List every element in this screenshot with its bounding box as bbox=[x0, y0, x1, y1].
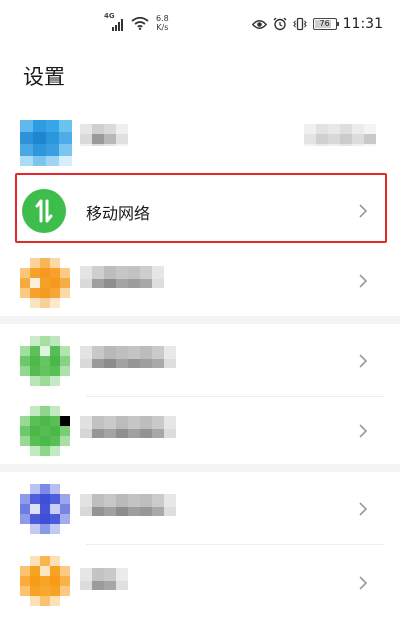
status-left: 4G 6.8 K/s bbox=[104, 12, 169, 32]
settings-group-3 bbox=[0, 472, 400, 626]
account-avatar-icon bbox=[20, 120, 72, 166]
chevron-right-icon bbox=[359, 274, 368, 288]
chevron-right-icon bbox=[359, 576, 368, 590]
clock: 11:31 bbox=[342, 16, 383, 32]
divider bbox=[86, 396, 384, 397]
chevron-right-icon bbox=[359, 354, 368, 368]
status-bar: 4G 6.8 K/s 76 11:31 bbox=[0, 0, 400, 50]
network-speed-unit: K/s bbox=[156, 23, 169, 32]
chevron-right-icon bbox=[359, 424, 368, 438]
settings-item-6[interactable] bbox=[0, 476, 400, 542]
battery-icon: 76 bbox=[312, 18, 339, 30]
settings-item-7[interactable] bbox=[0, 550, 400, 616]
green-app-icon-2 bbox=[20, 406, 70, 456]
divider bbox=[86, 544, 384, 545]
item-6-label-blurred bbox=[80, 494, 176, 516]
network-speed-value: 6.8 bbox=[156, 14, 169, 23]
page-header: 设置 bbox=[0, 50, 400, 102]
settings-item-5[interactable] bbox=[0, 398, 400, 464]
chevron-right-icon bbox=[359, 502, 368, 516]
status-right: 76 11:31 bbox=[251, 16, 383, 32]
account-name-blurred bbox=[80, 124, 128, 146]
settings-item-3[interactable] bbox=[0, 248, 400, 314]
alarm-icon bbox=[273, 17, 287, 31]
orange-app-icon bbox=[20, 258, 70, 308]
network-speed: 6.8 K/s bbox=[156, 14, 169, 32]
settings-item-account[interactable] bbox=[0, 108, 400, 174]
battery-level: 76 bbox=[319, 19, 330, 28]
settings-group-2 bbox=[0, 324, 400, 464]
blue-app-icon bbox=[20, 484, 70, 534]
account-detail-blurred bbox=[304, 124, 376, 146]
item-7-label-blurred bbox=[80, 568, 128, 590]
highlight-box bbox=[15, 173, 387, 243]
vibrate-icon bbox=[292, 17, 307, 31]
item-3-label-blurred bbox=[80, 266, 164, 288]
item-5-label-blurred bbox=[80, 416, 176, 438]
settings-item-4[interactable] bbox=[0, 328, 400, 394]
page-title: 设置 bbox=[23, 65, 65, 89]
item-4-label-blurred bbox=[80, 346, 176, 368]
green-app-icon bbox=[20, 336, 70, 386]
signal-icon: 4G bbox=[104, 12, 126, 31]
wifi-icon bbox=[131, 16, 149, 30]
orange-app-icon-2 bbox=[20, 556, 70, 606]
eye-icon bbox=[251, 19, 267, 29]
